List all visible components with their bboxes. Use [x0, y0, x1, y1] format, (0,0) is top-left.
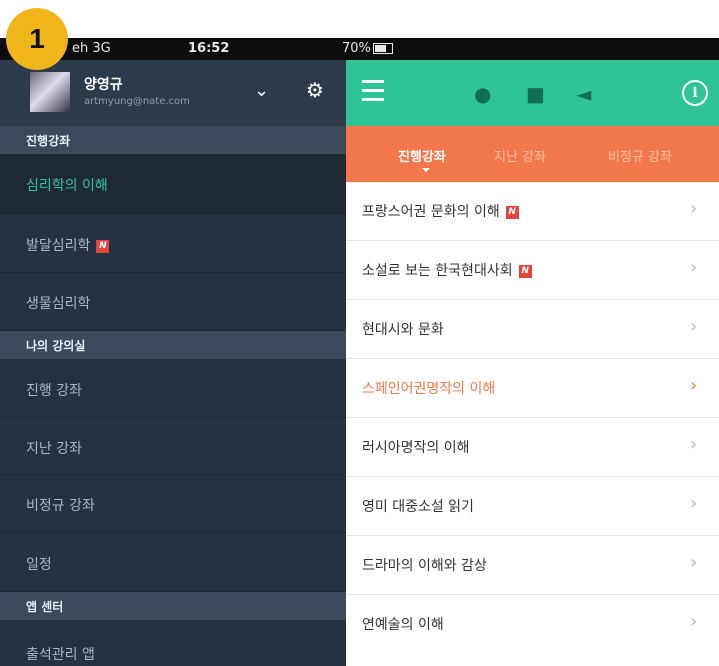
course-row[interactable]: 드라마의 이해와 감상 › — [346, 536, 719, 595]
chevron-right-icon: › — [690, 611, 698, 632]
new-badge: N — [518, 264, 532, 278]
step-number-badge: 1 — [6, 8, 68, 70]
chevron-right-icon: › — [690, 434, 698, 455]
profile-email: artmyung@nate.com — [84, 96, 190, 107]
drawer-item-schedule[interactable]: 일정 — [0, 533, 346, 592]
battery-icon — [372, 43, 393, 54]
new-badge: N — [96, 239, 110, 253]
battery-status: 70% — [342, 41, 393, 56]
tab-past-courses[interactable]: 지난 강좌 — [494, 146, 546, 165]
navigation-drawer: 양영규 artmyung@nate.com ⌄ ⚙ 진행강좌 심리학의 이해 발… — [0, 60, 346, 666]
section-label: 나의 강의실 — [26, 339, 86, 353]
drawer-item-label: 일정 — [26, 557, 52, 573]
drawer-item-label: 생물심리학 — [26, 296, 91, 312]
chevron-right-icon: › — [690, 552, 698, 573]
section-label: 진행강좌 — [26, 134, 71, 148]
section-label: 앱 센터 — [26, 600, 64, 614]
course-row[interactable]: 현대시와 문화 › — [346, 300, 719, 359]
app-toolbar: ● ■ ◄ i — [346, 60, 719, 126]
carrier-label: eh 3G — [72, 41, 111, 56]
menu-icon[interactable] — [362, 80, 384, 107]
status-bar: eh 3G 16:52 70% — [0, 38, 719, 60]
course-title: 드라마의 이해와 감상 — [362, 558, 487, 574]
battery-percent: 70% — [342, 41, 371, 56]
course-row-label: 프랑스어권 문화의 이해 N — [362, 201, 519, 221]
drawer-item-past-courses[interactable]: 지난 강좌 — [0, 418, 346, 475]
drawer-item-label: 지난 강좌 — [26, 441, 82, 457]
speaker-icon[interactable]: ◄ — [576, 82, 591, 106]
drawer-item-label: 발달심리학 — [26, 238, 91, 254]
drawer-item-label: 비정규 강좌 — [26, 498, 95, 514]
drawer-item-ongoing-courses[interactable]: 진행 강좌 — [0, 359, 346, 418]
section-header-my-classroom: 나의 강의실 — [0, 331, 346, 359]
drawer-item-label-wrap: 발달심리학 N — [26, 235, 110, 255]
section-header-current-courses: 진행강좌 — [0, 126, 346, 154]
course-title: 스페인어권명작의 이해 — [362, 381, 496, 397]
drawer-item-biopsychology[interactable]: 생물심리학 — [0, 273, 346, 331]
tab-irregular-courses[interactable]: 비정규 강좌 — [608, 146, 672, 165]
course-title: 소설로 보는 한국현대사회 — [362, 263, 513, 279]
drawer-item-psychology[interactable]: 심리학의 이해 — [0, 154, 346, 215]
person-icon[interactable]: ● — [474, 82, 491, 106]
drawer-item-attendance-app[interactable]: 출석관리 앱 — [0, 620, 346, 666]
course-row-selected[interactable]: 스페인어권명작의 이해 › — [346, 359, 719, 418]
drawer-item-label: 심리학의 이해 — [26, 178, 108, 194]
profile-name: 양영규 — [84, 77, 123, 93]
gear-icon[interactable]: ⚙ — [306, 78, 324, 102]
course-title: 연예술의 이해 — [362, 617, 444, 633]
course-row[interactable]: 영미 대중소설 읽기 › — [346, 477, 719, 536]
chevron-down-icon[interactable]: ⌄ — [254, 80, 269, 101]
avatar[interactable] — [30, 72, 70, 112]
section-header-app-center: 앱 센터 — [0, 592, 346, 620]
course-title: 영미 대중소설 읽기 — [362, 499, 474, 515]
active-tab-indicator — [422, 168, 430, 172]
course-row[interactable]: 러시아명작의 이해 › — [346, 418, 719, 477]
chevron-right-icon: › — [690, 198, 698, 219]
chevron-right-icon: › — [690, 257, 698, 278]
tab-current-courses[interactable]: 진행강좌 — [398, 146, 446, 165]
profile-header: 양영규 artmyung@nate.com ⌄ ⚙ — [0, 60, 346, 126]
course-tabs: 진행강좌 지난 강좌 비정규 강좌 — [346, 126, 719, 182]
course-row[interactable]: 연예술의 이해 › — [346, 595, 719, 666]
chevron-right-icon: › — [690, 316, 698, 337]
drawer-item-label: 진행 강좌 — [26, 383, 82, 399]
chat-icon[interactable]: ■ — [526, 82, 545, 106]
course-row-label: 소설로 보는 한국현대사회 N — [362, 260, 532, 280]
chevron-right-icon: › — [690, 493, 698, 514]
new-badge: N — [505, 205, 519, 219]
chevron-right-icon: › — [690, 375, 698, 396]
drawer-item-label: 출석관리 앱 — [26, 647, 95, 663]
drawer-item-developmental-psychology[interactable]: 발달심리학 N — [0, 215, 346, 273]
info-icon[interactable]: i — [682, 80, 708, 106]
clock: 16:52 — [188, 41, 230, 56]
course-title: 프랑스어권 문화의 이해 — [362, 204, 500, 220]
course-title: 러시아명작의 이해 — [362, 440, 470, 456]
course-row[interactable]: 프랑스어권 문화의 이해 N › — [346, 182, 719, 241]
course-title: 현대시와 문화 — [362, 322, 444, 338]
course-row[interactable]: 소설로 보는 한국현대사회 N › — [346, 241, 719, 300]
drawer-item-irregular-courses[interactable]: 비정규 강좌 — [0, 475, 346, 533]
